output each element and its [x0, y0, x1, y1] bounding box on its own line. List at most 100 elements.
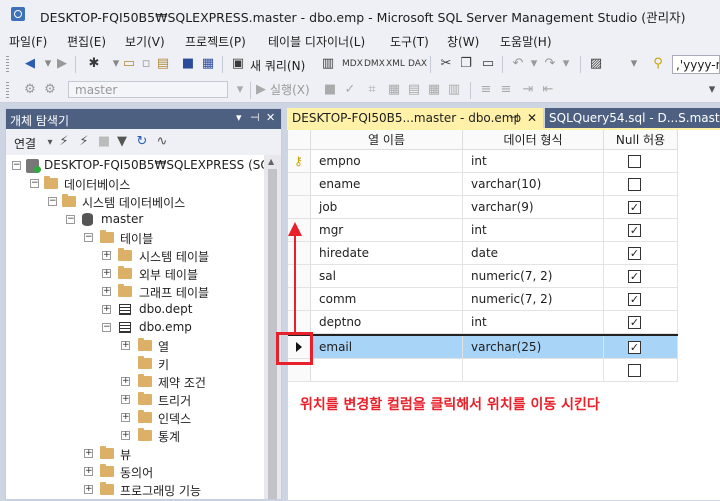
save-all-icon[interactable]: ▦	[200, 56, 216, 72]
data-type-cell[interactable]: varchar(10)	[463, 173, 604, 196]
expand-icon[interactable]: +	[121, 341, 130, 350]
allow-null-checkbox[interactable]: ✓	[628, 247, 641, 260]
column-name-cell[interactable]	[311, 359, 463, 382]
collapse-icon[interactable]: −	[66, 215, 75, 224]
allow-null-checkbox[interactable]: ✓	[628, 341, 641, 354]
disconnect-icon[interactable]: ⚙	[42, 82, 58, 98]
table-row[interactable]: sal numeric(7, 2) ✓	[288, 265, 678, 288]
close-icon[interactable]: ✕	[266, 111, 275, 124]
close-icon[interactable]: ✕	[527, 108, 537, 128]
save-icon[interactable]: ■	[180, 56, 196, 72]
data-type-cell[interactable]: varchar(25)	[463, 336, 604, 359]
activity-monitor-icon[interactable]: ▨	[588, 56, 604, 72]
expand-icon[interactable]: +	[84, 467, 93, 476]
menu-help[interactable]: 도움말(H)	[500, 33, 552, 50]
new-file-icon[interactable]: ▫	[138, 56, 154, 72]
stop-icon[interactable]: ■	[322, 82, 338, 98]
column-name-cell[interactable]: mgr	[311, 219, 463, 242]
indent-icon[interactable]: ⇥	[520, 82, 536, 98]
available-databases-select[interactable]: master	[68, 81, 228, 98]
expand-icon[interactable]: +	[84, 449, 93, 458]
open-file-icon[interactable]: ▤	[155, 56, 171, 72]
window-position-icon[interactable]: ▾	[236, 111, 242, 124]
pin-icon[interactable]: ⊣	[250, 111, 260, 124]
expand-icon[interactable]: +	[121, 431, 130, 440]
column-name-cell[interactable]: sal	[311, 265, 463, 288]
column-name-cell[interactable]: email	[311, 336, 463, 359]
dax-icon[interactable]: DAX	[408, 56, 427, 72]
table-row[interactable]: deptno int ✓	[288, 311, 678, 334]
collapse-icon[interactable]: −	[102, 323, 111, 332]
allow-null-checkbox[interactable]: ✓	[628, 316, 641, 329]
results-to-file-icon[interactable]: ▥	[446, 82, 462, 98]
new-query-icon[interactable]: ▣	[230, 56, 246, 72]
open-folder-icon[interactable]: ▭	[121, 56, 137, 72]
row-selector[interactable]	[288, 288, 311, 311]
dropdown-icon[interactable]: ▾	[626, 56, 642, 72]
row-selector[interactable]	[288, 265, 311, 288]
data-type-cell[interactable]	[463, 359, 604, 382]
allow-null-checkbox[interactable]: ✓	[628, 270, 641, 283]
expand-icon[interactable]: +	[121, 395, 130, 404]
table-row-empty[interactable]	[288, 359, 678, 382]
stop-icon[interactable]: ■	[96, 134, 112, 150]
forward-icon[interactable]: ▶	[54, 56, 70, 72]
allow-null-checkbox[interactable]: ✓	[628, 224, 641, 237]
allow-null-checkbox[interactable]: ✓	[628, 293, 641, 306]
expand-icon[interactable]: +	[102, 305, 111, 314]
column-name-cell[interactable]: job	[311, 196, 463, 219]
table-row[interactable]: comm numeric(7, 2) ✓	[288, 288, 678, 311]
pin-icon[interactable]: ⊣	[509, 108, 519, 128]
expand-icon[interactable]: +	[84, 485, 93, 494]
parse-icon[interactable]: ✓	[342, 82, 358, 98]
allow-null-checkbox[interactable]: ✓	[628, 201, 641, 214]
table-row[interactable]: mgr int ✓	[288, 219, 678, 242]
menu-view[interactable]: 보기(V)	[125, 33, 165, 50]
table-row[interactable]: ⚷ empno int	[288, 150, 678, 173]
allow-null-checkbox[interactable]	[628, 178, 641, 191]
collapse-icon[interactable]: −	[48, 197, 57, 206]
table-row[interactable]: ename varchar(10)	[288, 173, 678, 196]
tab-sql-query[interactable]: SQLQuery54.sql - D...S.master (	[545, 108, 720, 128]
comment-icon[interactable]: ≡	[478, 82, 494, 98]
data-type-cell[interactable]: numeric(7, 2)	[463, 288, 604, 311]
column-name-cell[interactable]: ename	[311, 173, 463, 196]
db-query-icon[interactable]: ▥	[320, 56, 336, 72]
results-to-grid-icon[interactable]: ▦	[426, 82, 442, 98]
expand-icon[interactable]: +	[102, 251, 111, 260]
connect-plug-icon[interactable]: ⚡	[56, 134, 72, 150]
menu-project[interactable]: 프로젝트(P)	[185, 33, 246, 50]
row-selector[interactable]	[288, 242, 311, 265]
xmla-icon[interactable]: XML	[386, 56, 405, 72]
data-type-cell[interactable]: int	[463, 311, 604, 334]
data-type-cell[interactable]: int	[463, 150, 604, 173]
new-project-icon[interactable]: ✱	[86, 56, 102, 72]
results-to-text-icon[interactable]: ▤	[406, 82, 422, 98]
activity-icon[interactable]: ∿	[154, 134, 170, 150]
dropdown-icon[interactable]: ▾	[232, 82, 248, 98]
filter-icon[interactable]: ▼	[114, 134, 130, 150]
query-options-icon[interactable]: ▦	[386, 82, 402, 98]
refresh-icon[interactable]: ↻	[134, 134, 150, 150]
menu-tools[interactable]: 도구(T)	[390, 33, 429, 50]
row-selector[interactable]	[288, 311, 311, 334]
mdx-icon[interactable]: MDX	[342, 56, 363, 72]
table-row[interactable]: hiredate date ✓	[288, 242, 678, 265]
table-row[interactable]: job varchar(9) ✓	[288, 196, 678, 219]
collapse-icon[interactable]: −	[84, 233, 93, 242]
dropdown-icon[interactable]: ▾	[526, 56, 542, 72]
expand-icon[interactable]: +	[121, 413, 130, 422]
expand-icon[interactable]: +	[121, 377, 130, 386]
column-name-cell[interactable]: comm	[311, 288, 463, 311]
row-selector[interactable]	[288, 196, 311, 219]
data-type-cell[interactable]: int	[463, 219, 604, 242]
column-name-cell[interactable]: hiredate	[311, 242, 463, 265]
menu-file[interactable]: 파일(F)	[9, 33, 47, 50]
dropdown-icon[interactable]: ▾	[558, 56, 574, 72]
execute-button[interactable]: 실행(X)	[270, 81, 310, 98]
row-selector[interactable]	[288, 173, 311, 196]
display-plan-icon[interactable]: ⌗	[364, 82, 380, 98]
data-type-cell[interactable]: numeric(7, 2)	[463, 265, 604, 288]
dmx-icon[interactable]: DMX	[364, 56, 385, 72]
redo-icon[interactable]: ↷	[542, 56, 558, 72]
